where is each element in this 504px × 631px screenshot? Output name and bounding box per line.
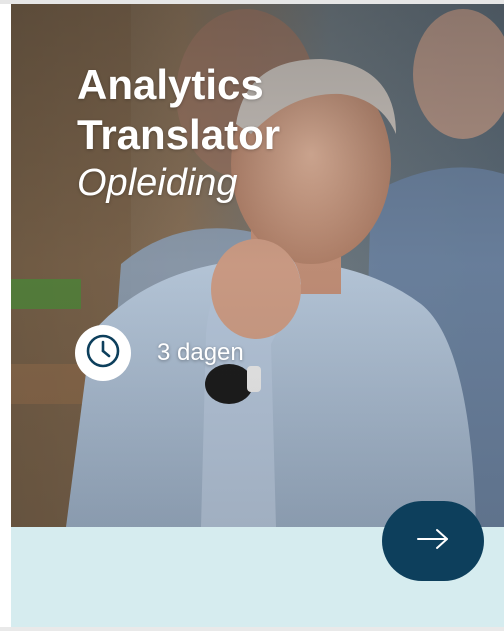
- title-block: Analytics Translator Opleiding: [77, 60, 280, 206]
- clock-icon: [85, 333, 121, 374]
- course-card[interactable]: Analytics Translator Opleiding 3 dagen: [11, 4, 504, 627]
- duration-info: 3 dagen: [75, 324, 244, 382]
- clock-badge: [75, 325, 131, 381]
- course-title-line-2: Translator: [77, 111, 281, 158]
- course-subtitle: Opleiding: [77, 162, 238, 204]
- duration-text: 3 dagen: [157, 339, 244, 366]
- course-title-line-1: Analytics: [77, 61, 264, 108]
- open-course-button[interactable]: [382, 501, 484, 581]
- arrow-right-icon: [416, 527, 450, 556]
- bottom-divider: [0, 627, 504, 631]
